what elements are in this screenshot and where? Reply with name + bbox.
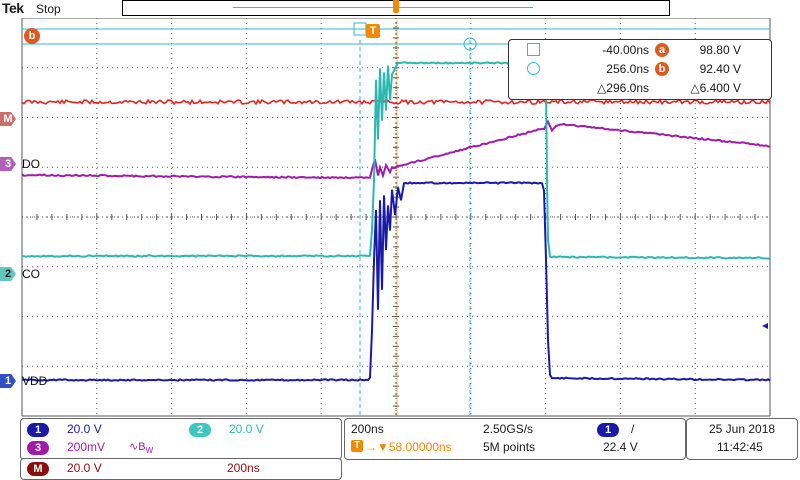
trigger-level: 22.4 V — [603, 440, 638, 454]
cursor-b-volt-badge: b — [655, 62, 669, 76]
cursor-row-delta: △296.0ns △6.400 V — [509, 80, 771, 98]
cursor-readout-panel[interactable]: -40.00ns a 98.80 V 256.0ns b 92.40 V △29… — [508, 39, 772, 100]
sample-rate: 2.50GS/s — [483, 422, 534, 436]
cursor-b-time: 256.0ns — [606, 62, 649, 76]
trigger-position-marker[interactable] — [393, 0, 399, 13]
cursor-row-b: 256.0ns b 92.40 V — [509, 61, 771, 79]
horizontal-settings-panel[interactable]: 200ns 2.50GS/s T →▼58.00000ns 5M points … — [344, 418, 686, 460]
cursor-a-square-icon — [527, 43, 540, 56]
vertical-settings-panel[interactable]: 1 20.0 V 2 20.0 V 3 200mV ∿BW — [20, 418, 342, 460]
ch3-badge[interactable]: 3 — [27, 441, 49, 455]
acquisition-state: Stop — [36, 2, 61, 16]
cursor-b-voltage: 92.40 V — [699, 62, 741, 76]
cursor-b-circle-icon — [527, 62, 540, 75]
cursor-b-level-marker[interactable]: b — [24, 28, 40, 44]
time-per-division: 200ns — [351, 422, 384, 436]
cursor-a-voltage: 98.80 V — [699, 43, 741, 57]
math-badge[interactable]: M — [27, 462, 49, 476]
record-length: 5M points — [483, 440, 536, 454]
top-status-bar: Tek Stop — [0, 0, 800, 18]
record-view-window — [233, 7, 533, 8]
record-view-bar[interactable] — [122, 0, 670, 16]
cursor-a-volt-badge: a — [655, 43, 669, 57]
cursor-delta-time: △296.0ns — [597, 81, 649, 95]
ch2-scale: 20.0 V — [229, 422, 264, 436]
ch2-badge[interactable]: 2 — [189, 423, 211, 437]
cursor-a-time: -40.00ns — [602, 43, 649, 57]
math-timebase: 200ns — [227, 461, 260, 475]
ch1-scale: 20.0 V — [67, 422, 102, 436]
trigger-position-value: →▼58.00000ns — [365, 440, 452, 454]
trigger-time-marker[interactable]: T — [366, 24, 380, 38]
math-settings-panel[interactable]: M 20.0 V 200ns — [20, 458, 342, 480]
math-scale: 20.0 V — [67, 461, 102, 475]
ch3-scale: 200mV — [67, 440, 106, 454]
trigger-position-icon: T — [351, 440, 363, 452]
brand-logo: Tek — [2, 0, 24, 16]
date-display: 25 Jun 2018 — [709, 422, 776, 436]
datetime-panel: 25 Jun 2018 11:42:45 — [686, 418, 798, 460]
ch1-label: VDD — [22, 374, 48, 388]
cursor-delta-voltage: △6.400 V — [690, 81, 741, 95]
ch1-badge[interactable]: 1 — [27, 423, 49, 437]
time-display: 11:42:45 — [717, 440, 763, 454]
ch2-label: CO — [22, 267, 40, 281]
trigger-source-badge[interactable]: 1 — [597, 423, 619, 437]
ch3-label: DO — [22, 157, 40, 171]
ch3-bandwidth-limit-icon: ∿BW — [129, 441, 154, 456]
cursor-row-a: -40.00ns a 98.80 V — [509, 42, 771, 60]
trigger-slope-icon: / — [631, 422, 635, 436]
